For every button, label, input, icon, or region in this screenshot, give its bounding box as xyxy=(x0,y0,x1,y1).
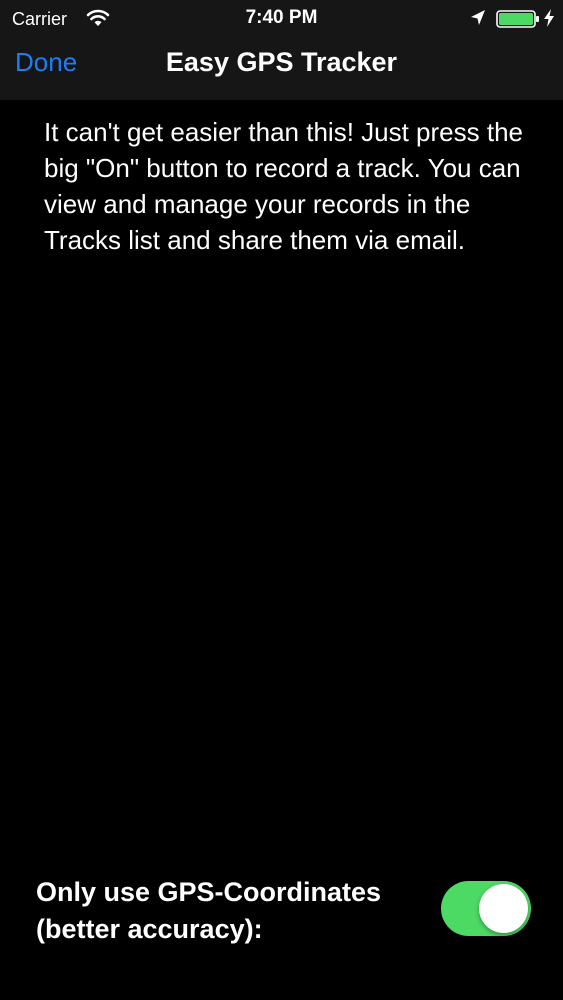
top-bar: Carrier 7:40 PM Done Easy GPS Tracker xyxy=(0,0,563,100)
battery-level-fill xyxy=(499,13,533,25)
done-button[interactable]: Done xyxy=(15,46,77,78)
gps-only-label: Only use GPS-Coordinates (better accurac… xyxy=(36,877,382,944)
gps-only-setting-row: Only use GPS-Coordinates (better accurac… xyxy=(0,870,563,950)
page-title: Easy GPS Tracker xyxy=(165,47,398,77)
status-bar: Carrier 7:40 PM xyxy=(0,0,563,38)
location-arrow-icon xyxy=(470,9,486,27)
navigation-bar: Done Easy GPS Tracker xyxy=(0,38,563,100)
toggle-knob[interactable] xyxy=(479,884,528,933)
charging-bolt-icon xyxy=(543,8,555,28)
instructions-text: It can't get easier than this! Just pres… xyxy=(44,117,523,255)
gps-only-toggle[interactable] xyxy=(441,881,531,936)
battery-icon xyxy=(496,9,540,29)
